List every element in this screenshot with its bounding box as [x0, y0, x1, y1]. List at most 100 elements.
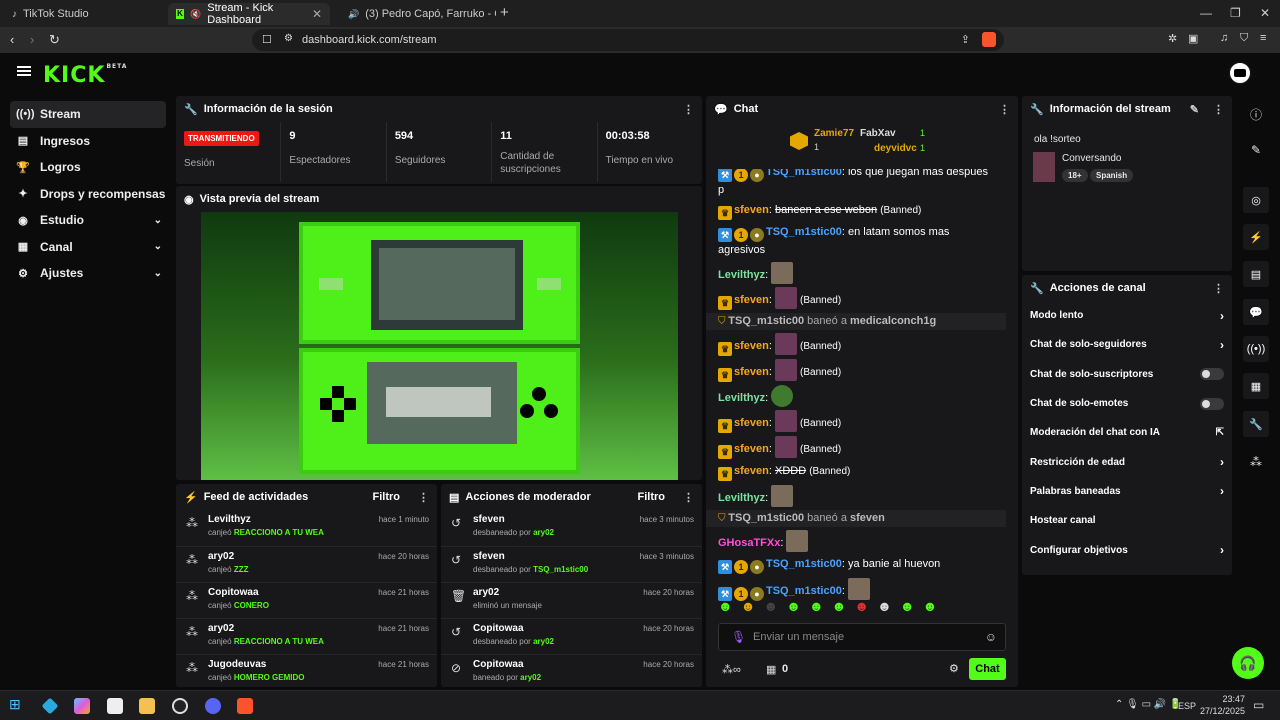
toggle-switch[interactable] [1200, 397, 1224, 410]
chat-username[interactable]: TSQ_m1stic00 [766, 226, 842, 238]
microphone-icon[interactable]: 🎙 [731, 630, 746, 644]
reload-icon[interactable]: ↻ [49, 32, 60, 48]
filter-button[interactable]: Filtro [373, 491, 401, 503]
chat-message[interactable]: ♛ sfeven: (Banned) [706, 359, 1006, 382]
chat-username[interactable]: sfeven [734, 366, 769, 378]
chat-username[interactable]: sfeven [734, 204, 769, 216]
media-icon[interactable]: ♫ [1220, 32, 1228, 44]
site-info-icon[interactable]: ⚙ [284, 33, 293, 44]
chat-message[interactable]: GHosaTFXx: [706, 530, 1006, 552]
channel-option[interactable]: Configurar objetivos › [1022, 535, 1232, 564]
chat-username[interactable]: sfeven [734, 465, 769, 477]
chat-message[interactable]: ♛ sfeven: XDDD (Banned) [706, 463, 1006, 481]
back-icon[interactable]: ‹ [10, 32, 14, 47]
obs-icon[interactable] [172, 698, 188, 714]
chat-message[interactable]: ♛ sfeven: baneen a ese webon (Banned) [706, 202, 1006, 220]
emote-icon[interactable]: ☻ [923, 598, 938, 622]
file-explorer-icon[interactable] [139, 698, 155, 714]
activity-row[interactable]: ⁂ ary02 canjeó ZZZ hace 20 horas [176, 546, 437, 582]
chat-username[interactable]: sfeven [734, 294, 769, 306]
mod-action-row[interactable]: ↺ sfeven desbaneado por ary02 hace 3 minuto… [441, 510, 702, 546]
channel-option[interactable]: Chat de solo-emotes [1022, 389, 1232, 418]
emote-icon[interactable]: ☻ [809, 598, 824, 622]
brave-shield-icon[interactable] [982, 32, 996, 47]
sidebar-item-drops[interactable]: ✦ Drops y recompensas [10, 181, 166, 208]
chat-username[interactable]: sfeven [734, 443, 769, 455]
emote-icon[interactable]: ☻ [763, 598, 778, 622]
chat-username[interactable]: TSQ_m1stic00 [766, 558, 842, 570]
sidebar-item-ingresos[interactable]: ▤ Ingresos [10, 128, 166, 155]
nodes-icon[interactable]: ⁂ [1243, 449, 1269, 475]
chat-message[interactable]: Levilthyz: [706, 385, 1006, 407]
channel-option[interactable]: Palabras baneadas › [1022, 477, 1232, 506]
forward-icon[interactable]: › [30, 32, 34, 47]
channel-option[interactable]: Moderación del chat con IA ⇱ [1022, 418, 1232, 447]
edit-icon[interactable]: ✎ [1243, 137, 1269, 163]
discord-icon[interactable] [205, 698, 221, 714]
channel-option[interactable]: Modo lento › [1022, 301, 1232, 330]
chat-input[interactable]: 🎙 Enviar un mensaje ☺ [718, 623, 1006, 651]
document-icon[interactable]: ▤ [1243, 261, 1269, 287]
user-avatar[interactable] [1228, 61, 1252, 85]
chat-message[interactable]: ⚒ 1 ● TSQ_m1stic00: en latam somos mas agre… [706, 224, 1006, 258]
info-icon[interactable]: ⓘ [1243, 101, 1269, 127]
minimize-icon[interactable]: — [1200, 6, 1212, 20]
windows-start-icon[interactable]: ⊞ [9, 696, 25, 712]
more-options-icon[interactable]: ⋮ [418, 491, 429, 504]
clock-time[interactable]: 23:47 [1200, 694, 1245, 704]
chat-message[interactable]: ⚒ 1 ● TSQ_m1stic00: los que juegan mas desp… [706, 169, 1006, 198]
sidebar-item-logros[interactable]: 🏆 Logros [10, 154, 166, 181]
broadcast-icon[interactable]: ((•)) [1243, 336, 1269, 362]
kick-logo[interactable]: KICKBETA [43, 63, 127, 88]
hamburger-menu-icon[interactable] [17, 66, 31, 76]
wrench-icon[interactable]: 🔧 [1243, 411, 1269, 437]
browser-tab-kick[interactable]: K 🔇 Stream - Kick Dashboard ✕ [168, 2, 330, 26]
notification-icon[interactable]: ▭ [1253, 698, 1264, 712]
sidebar-item-ajustes[interactable]: ⚙ Ajustes ⌄ [10, 260, 166, 287]
mod-action-row[interactable]: ↺ sfeven desbaneado por TSQ_m1stic00 hace 3… [441, 546, 702, 582]
chat-message[interactable]: ♛ sfeven: (Banned) [706, 410, 1006, 433]
mod-action-row[interactable]: ⊘ Copitowaa baneado por ary02 hace 20 horas [441, 654, 702, 687]
chat-message[interactable]: Levilthyz: [706, 485, 1006, 507]
chat-username[interactable]: Levilthyz [718, 492, 765, 504]
close-window-icon[interactable]: ✕ [1260, 6, 1270, 20]
restore-icon[interactable]: ❐ [1230, 6, 1241, 20]
lightning-icon[interactable]: ⚡ [1243, 224, 1269, 250]
vpn-icon[interactable]: ⛉ [1240, 32, 1248, 45]
close-tab-icon[interactable]: ✕ [312, 7, 322, 21]
browser-tab-youtube[interactable]: 🔊 (3) Pedro Capó, Farruko - Calma [334, 3, 496, 25]
sidebar-item-estudio[interactable]: ◉ Estudio ⌄ [10, 207, 166, 234]
more-options-icon[interactable]: ⋮ [1213, 103, 1224, 116]
new-tab-icon[interactable]: + [500, 4, 509, 21]
activity-row[interactable]: ⁂ Copitowaa canjeó CONERO hace 21 horas [176, 582, 437, 618]
chat-bubble-icon[interactable]: 💬 [1243, 299, 1269, 325]
stream-video[interactable] [201, 212, 678, 480]
channel-option[interactable]: Restricción de edad › [1022, 447, 1232, 476]
chat-username[interactable]: Levilthyz [718, 392, 765, 404]
emoji-icon[interactable]: ☺ [985, 630, 997, 644]
sidebar-toggle-icon[interactable]: ▣ [1188, 32, 1198, 45]
activity-row[interactable]: ⁂ ary02 canjeó REACCIONO A TU WEA hace 21 h… [176, 618, 437, 654]
emote-icon[interactable]: ☻ [786, 598, 801, 622]
emote-icon[interactable]: ☻ [854, 598, 869, 622]
activity-row[interactable]: ⁂ Levilthyz canjeó REACCIONO A TU WEA hace … [176, 510, 437, 546]
more-options-icon[interactable]: ⋮ [683, 491, 694, 504]
screen-capture-icon[interactable]: ◎ [1243, 187, 1269, 213]
chat-settings-icon[interactable]: ⚙ [949, 662, 959, 675]
copilot-icon[interactable] [74, 698, 90, 714]
channel-option[interactable]: Chat de solo-suscriptores [1022, 360, 1232, 389]
emote-icon[interactable]: ☻ [832, 598, 847, 622]
chat-message[interactable]: Levilthyz: [706, 262, 1006, 284]
chat-message[interactable]: ♛ sfeven: (Banned) [706, 287, 1006, 310]
emote-icon[interactable]: ☻ [877, 598, 892, 622]
chat-username[interactable]: TSQ_m1stic00 [766, 585, 842, 597]
extensions-icon[interactable]: ✲ [1168, 32, 1177, 45]
emote-icon[interactable]: ☻ [900, 598, 915, 622]
tray-icons[interactable]: ⌃ 🎙 ▭ 🔊 🔋 [1115, 699, 1182, 710]
sidebar-item-canal[interactable]: ▦ Canal ⌄ [10, 234, 166, 261]
layout-icon[interactable]: ▦ [1243, 373, 1269, 399]
share-icon[interactable]: ⇪ [961, 33, 970, 46]
menu-icon[interactable]: ≡ [1260, 32, 1266, 44]
support-headset-icon[interactable]: 🎧 [1232, 647, 1264, 679]
store-icon[interactable] [107, 698, 123, 714]
